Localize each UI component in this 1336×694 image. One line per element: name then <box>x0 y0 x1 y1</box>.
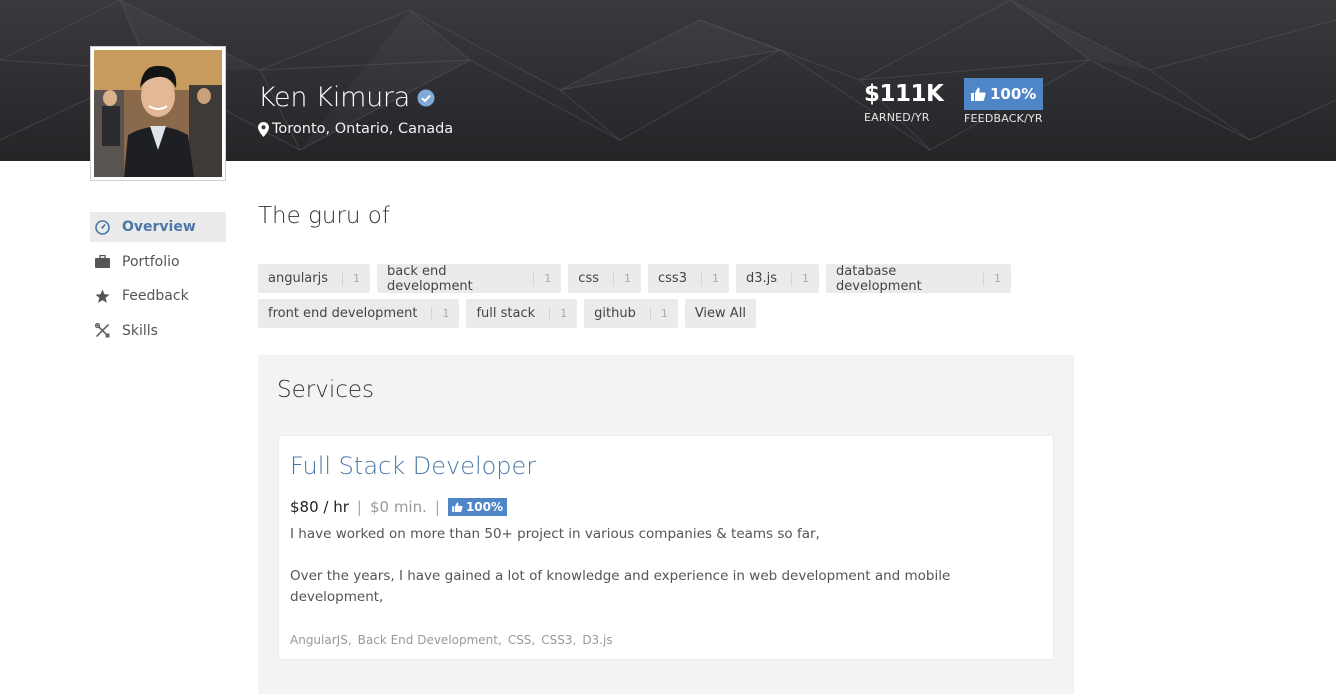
profile-photo <box>94 50 222 177</box>
earned-value: $111K <box>864 81 944 107</box>
feedback-badge: 100% <box>964 78 1044 110</box>
tag-label: database development <box>836 263 922 294</box>
feedback-value: 100% <box>990 85 1037 103</box>
services-title: Services <box>277 377 374 403</box>
service-name-link[interactable]: Full Stack Developer <box>290 452 536 480</box>
dashboard-icon <box>94 219 110 235</box>
tag-count: 1 <box>791 271 809 286</box>
tag-label: d3.js <box>745 271 778 286</box>
verified-badge-icon <box>417 89 435 106</box>
description-paragraph: I have worked on more than 50+ project i… <box>290 526 820 542</box>
profile-header: Ken Kimura Toronto, Ontario, Canada <box>258 82 453 137</box>
description-paragraph: Over the years, I have gained a lot of k… <box>290 568 951 605</box>
service-meta: $80 / hr | $0 min. | 100% <box>290 498 508 516</box>
sidebar-item-label: Skills <box>122 322 158 339</box>
skill-tag[interactable]: d3.js 1 <box>735 264 820 293</box>
sidebar-item-overview[interactable]: Overview <box>90 212 226 242</box>
thumbs-up-icon <box>452 502 463 512</box>
service-feedback-value: 100% <box>465 500 504 514</box>
feedback-label: FEEDBACK/YR <box>964 112 1043 125</box>
service-feedback-badge: 100% <box>447 498 508 516</box>
tag-label: css3 <box>658 271 687 286</box>
skill-tag[interactable]: angularjs 1 <box>258 264 371 293</box>
profile-sidebar: Overview Portfolio Feedback Skills <box>90 212 226 350</box>
sidebar-item-skills[interactable]: Skills <box>90 316 226 346</box>
tag-label: back end development <box>387 263 473 294</box>
tag-count: 1 <box>613 271 631 286</box>
guru-title: The guru of <box>258 203 390 229</box>
service-skill-tag[interactable]: CSS3, <box>541 633 576 647</box>
tag-count: 1 <box>700 271 719 286</box>
skill-tag[interactable]: css3 1 <box>648 264 729 293</box>
skill-tag[interactable]: css 1 <box>568 264 641 293</box>
tag-label: css <box>578 271 599 286</box>
tag-count: 1 <box>533 271 551 286</box>
meta-separator: | <box>356 498 362 516</box>
service-skill-tag[interactable]: Back End Development, <box>358 633 502 647</box>
services-section: Services Full Stack Developer $80 / hr |… <box>258 355 1074 694</box>
sidebar-item-label: Overview <box>122 219 196 235</box>
tag-label: full stack <box>476 306 536 321</box>
briefcase-icon <box>94 255 110 268</box>
earned-stat: $111K EARNED/YR <box>864 80 944 124</box>
view-all-tags-button[interactable]: View All <box>684 299 756 328</box>
tools-icon <box>94 323 109 338</box>
service-skill-tag[interactable]: AngularJS, <box>290 633 352 647</box>
sidebar-item-label: Feedback <box>122 288 189 304</box>
service-description: I have worked on more than 50+ project i… <box>290 524 990 608</box>
location-pin-icon <box>258 121 269 137</box>
avatar[interactable] <box>90 46 226 181</box>
profile-name: Ken Kimura <box>258 82 410 113</box>
service-skill-tag[interactable]: CSS, <box>508 633 535 647</box>
profile-location: Toronto, Ontario, Canada <box>272 121 454 137</box>
service-minimum: $0 min. <box>369 498 427 516</box>
tag-count: 1 <box>983 271 1001 286</box>
service-skill-tag[interactable]: D3.js <box>582 633 612 647</box>
skill-tags: angularjs 1 back end development 1 css 1 cs… <box>258 264 1018 334</box>
meta-separator: | <box>434 498 440 516</box>
sidebar-item-label: Portfolio <box>122 253 180 270</box>
star-icon <box>94 289 110 303</box>
service-rate: $80 / hr <box>290 498 349 516</box>
earned-label: EARNED/YR <box>864 111 930 124</box>
skill-tag[interactable]: full stack 1 <box>466 299 578 328</box>
skill-tag[interactable]: database development 1 <box>826 263 1011 294</box>
tag-label: angularjs <box>268 271 329 286</box>
tag-count: 1 <box>342 271 360 286</box>
sidebar-item-portfolio[interactable]: Portfolio <box>90 247 226 277</box>
sidebar-item-feedback[interactable]: Feedback <box>90 281 226 311</box>
skill-tag[interactable]: front end development 1 <box>258 299 460 328</box>
tag-count: 1 <box>649 306 668 321</box>
service-card[interactable]: Full Stack Developer $80 / hr | $0 min. … <box>278 435 1054 660</box>
tag-label: github <box>594 306 636 321</box>
skill-tag[interactable]: back end development 1 <box>377 263 562 294</box>
thumbs-up-icon <box>971 87 986 101</box>
tag-count: 1 <box>549 306 567 321</box>
skill-tag[interactable]: github 1 <box>584 299 678 328</box>
tag-label: front end development <box>268 306 418 321</box>
tag-count: 1 <box>431 306 449 321</box>
feedback-stat: 100% FEEDBACK/YR <box>964 78 1044 125</box>
service-skills: AngularJS, Back End Development, CSS, CS… <box>290 633 619 647</box>
